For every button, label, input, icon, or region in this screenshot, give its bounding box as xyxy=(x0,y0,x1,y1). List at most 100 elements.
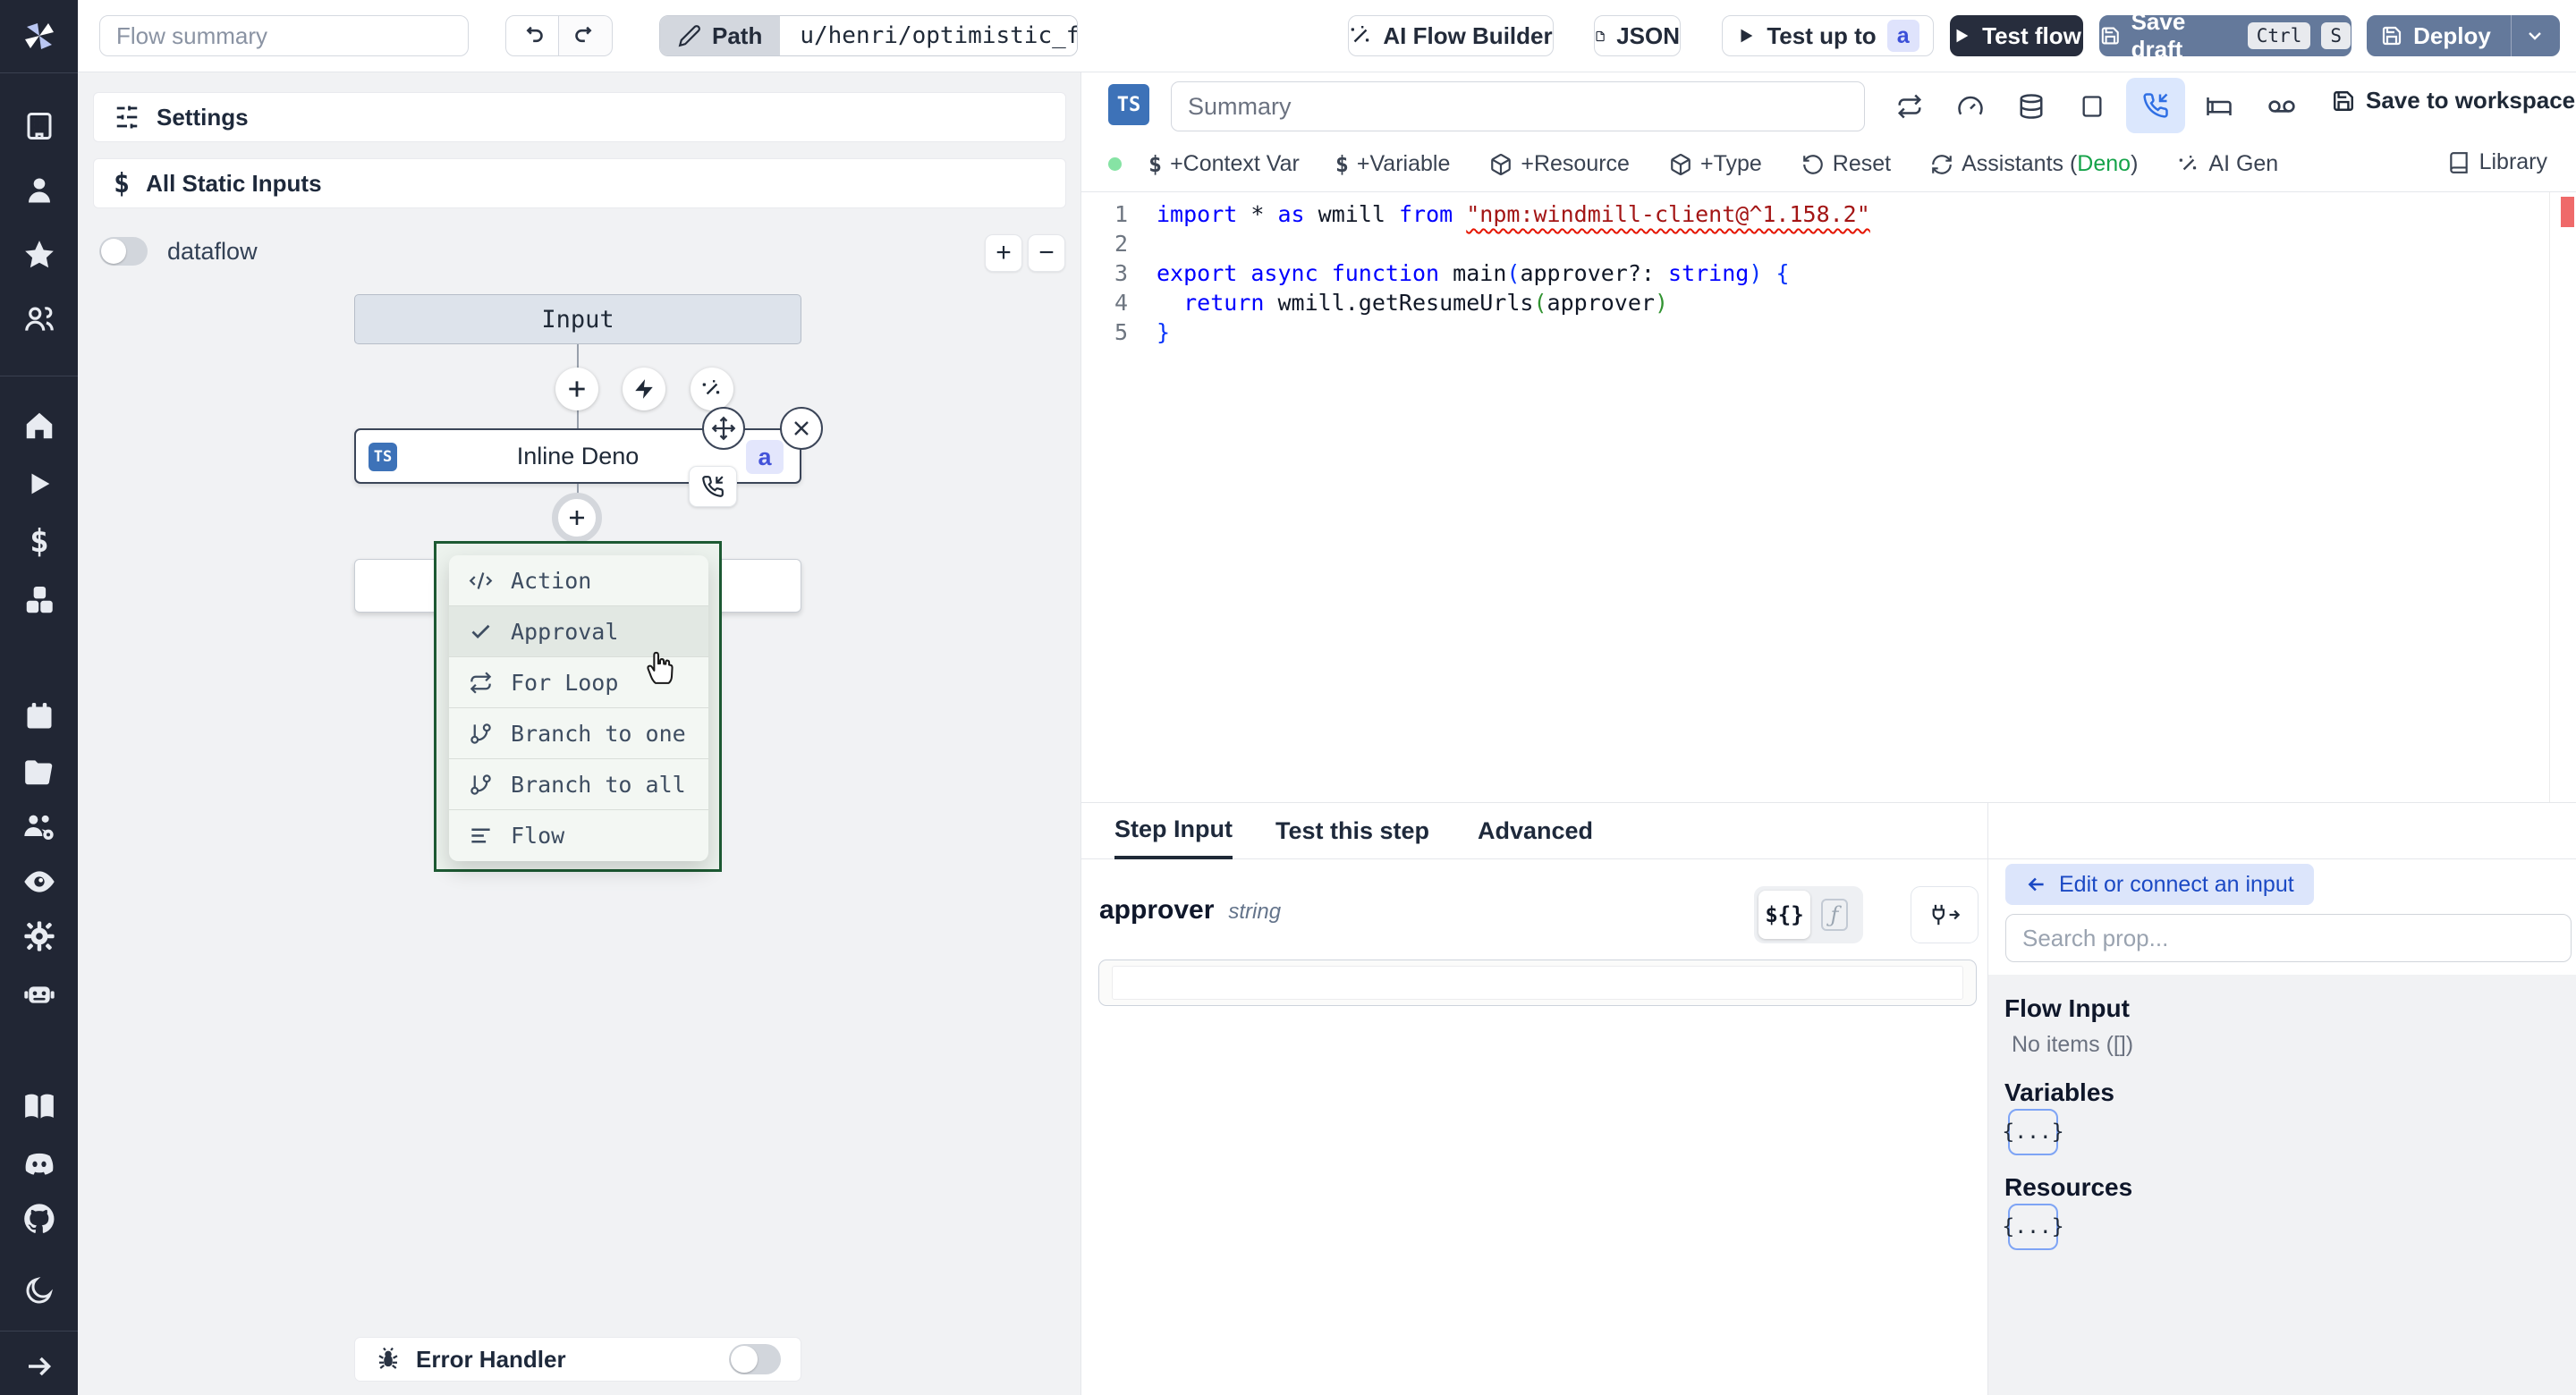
workers-robot-icon[interactable] xyxy=(20,973,59,1012)
ai-flow-builder-button[interactable]: AI Flow Builder xyxy=(1348,15,1554,56)
move-node-handle[interactable] xyxy=(702,407,745,450)
workspace-building-icon[interactable] xyxy=(20,106,59,146)
variables-heading: Variables xyxy=(2004,1078,2114,1106)
suspend-approval-toggle[interactable] xyxy=(2126,78,2185,133)
inline-deno-node[interactable]: TS Inline Deno a xyxy=(354,407,823,507)
library-button[interactable]: Library xyxy=(2447,149,2547,175)
code-editor[interactable]: 1 import * as wmill from "npm:windmill-cl… xyxy=(1081,192,2576,802)
test-up-to-button[interactable]: Test up to a xyxy=(1722,15,1934,56)
resources-object-chip[interactable]: {...} xyxy=(2002,1204,2064,1250)
menu-lines-icon xyxy=(471,828,490,843)
add-type-button[interactable]: +Type xyxy=(1669,151,1762,177)
path-value: u/henri/optimistic_flow xyxy=(780,16,1078,55)
bug-icon xyxy=(378,1347,398,1369)
runs-play-icon[interactable] xyxy=(20,464,59,503)
undo-button[interactable] xyxy=(505,15,559,56)
tab-step-input[interactable]: Step Input xyxy=(1114,803,1233,859)
step-tabs: Step Input Test this step Advanced xyxy=(1081,802,2576,859)
zoom-in-button[interactable]: + xyxy=(985,234,1022,272)
ai-suggest-button[interactable] xyxy=(691,368,733,410)
shared-dir-voicemail-icon[interactable] xyxy=(2264,89,2300,124)
package-icon xyxy=(1671,153,1690,175)
zap-icon xyxy=(635,379,653,399)
step-editor-panel: TS Save to workspace $+Context Var xyxy=(1080,72,2576,1395)
groups-gear-icon[interactable] xyxy=(20,807,59,847)
assistants-button[interactable]: Assistants (Deno) xyxy=(1930,151,2138,177)
edit-or-connect-button[interactable]: Edit or connect an input xyxy=(2005,864,2314,905)
mock-square-icon[interactable] xyxy=(2074,89,2110,124)
delete-node-button[interactable] xyxy=(780,407,823,450)
static-inputs-label: All Static Inputs xyxy=(146,169,322,197)
retries-icon[interactable] xyxy=(1892,89,1928,124)
variables-object-chip[interactable]: {...} xyxy=(2002,1109,2064,1155)
home-icon[interactable] xyxy=(20,406,59,445)
discord-icon[interactable] xyxy=(20,1144,59,1183)
props-sections: Flow Input No items ([]) Variables {...}… xyxy=(1988,975,2576,1395)
tab-test-this-step[interactable]: Test this step xyxy=(1275,803,1429,859)
menu-item-branch-to-one[interactable]: Branch to one xyxy=(449,708,708,759)
save-draft-button[interactable]: Save draft Ctrl S xyxy=(2099,8,2351,63)
flow-settings-row[interactable]: Settings xyxy=(93,92,1066,142)
dark-mode-moon-icon[interactable] xyxy=(20,1271,59,1310)
dataflow-toggle[interactable] xyxy=(99,237,148,266)
template-mode-button[interactable]: ${} xyxy=(1758,891,1810,939)
all-static-inputs-row[interactable]: $ All Static Inputs xyxy=(93,158,1066,208)
menu-item-action[interactable]: Action xyxy=(449,555,708,606)
audit-eye-icon[interactable] xyxy=(20,862,59,901)
field-name: approver xyxy=(1099,895,1215,925)
add-context-var-button[interactable]: $ +Context Var xyxy=(1148,151,1300,177)
schedules-calendar-icon[interactable] xyxy=(20,697,59,736)
settings-gear-icon[interactable] xyxy=(20,917,59,956)
save-to-workspace-button[interactable]: Save to workspace xyxy=(2332,87,2575,114)
cache-database-icon[interactable] xyxy=(2013,89,2049,124)
folders-icon[interactable] xyxy=(20,752,59,791)
resources-heading: Resources xyxy=(2004,1173,2133,1201)
topbar: Path u/henri/optimistic_flow AI Flow Bui… xyxy=(78,0,2576,72)
input-node[interactable]: Input xyxy=(354,294,801,344)
expand-arrow-icon[interactable] xyxy=(20,1347,59,1386)
step-summary-input[interactable] xyxy=(1171,81,1865,131)
plus-icon xyxy=(569,381,585,397)
wand-sparkles-icon xyxy=(702,380,720,395)
ai-gen-button[interactable]: AI Gen xyxy=(2177,151,2278,177)
user-icon[interactable] xyxy=(20,171,59,210)
windmill-logo-icon[interactable] xyxy=(20,16,59,55)
error-handler-toggle[interactable] xyxy=(729,1344,781,1374)
reset-button[interactable]: Reset xyxy=(1801,151,1891,177)
early-stop-gauge-icon[interactable] xyxy=(1953,89,1988,124)
tab-advanced[interactable]: Advanced xyxy=(1478,803,1593,859)
trigger-button[interactable] xyxy=(623,368,665,410)
add-resource-button[interactable]: +Resource xyxy=(1489,151,1630,177)
input-node-label: Input xyxy=(541,305,614,334)
wand-sparkles-icon xyxy=(2180,155,2197,170)
approver-input[interactable] xyxy=(1098,960,1977,1006)
redo-button[interactable] xyxy=(559,15,613,56)
json-button[interactable]: JSON xyxy=(1594,15,1681,56)
path-button[interactable]: Path xyxy=(660,16,781,55)
test-up-to-label: Test up to xyxy=(1767,21,1877,49)
github-icon[interactable] xyxy=(20,1199,59,1239)
path-control[interactable]: Path u/henri/optimistic_flow xyxy=(659,15,1079,56)
docs-book-icon[interactable] xyxy=(20,1087,59,1127)
zoom-out-button[interactable]: − xyxy=(1028,234,1065,272)
test-flow-button[interactable]: Test flow xyxy=(1950,15,2083,56)
users-icon[interactable] xyxy=(20,300,59,339)
flow-summary-input[interactable] xyxy=(99,15,469,56)
variables-dollar-icon[interactable]: $ xyxy=(20,521,59,561)
star-icon[interactable] xyxy=(20,235,59,275)
chevron-down-icon[interactable] xyxy=(2524,25,2546,46)
deploy-button[interactable]: Deploy xyxy=(2367,15,2560,56)
menu-item-branch-to-all[interactable]: Branch to all xyxy=(449,759,708,810)
connect-input-button[interactable] xyxy=(1911,886,1979,943)
search-prop-input[interactable] xyxy=(2005,914,2572,962)
function-mode-button[interactable]: ƒ xyxy=(1810,899,1859,931)
add-variable-button[interactable]: $ +Variable xyxy=(1335,151,1451,177)
insert-step-button[interactable] xyxy=(555,368,598,410)
sidebar: $ xyxy=(0,0,78,1395)
menu-item-flow[interactable]: Flow xyxy=(449,810,708,861)
error-handler-row[interactable]: Error Handler xyxy=(354,1337,801,1382)
add-step-button[interactable] xyxy=(552,493,602,543)
sleep-bed-icon[interactable] xyxy=(2201,89,2237,124)
refresh-icon xyxy=(1932,154,1952,174)
resources-cubes-icon[interactable] xyxy=(20,580,59,620)
